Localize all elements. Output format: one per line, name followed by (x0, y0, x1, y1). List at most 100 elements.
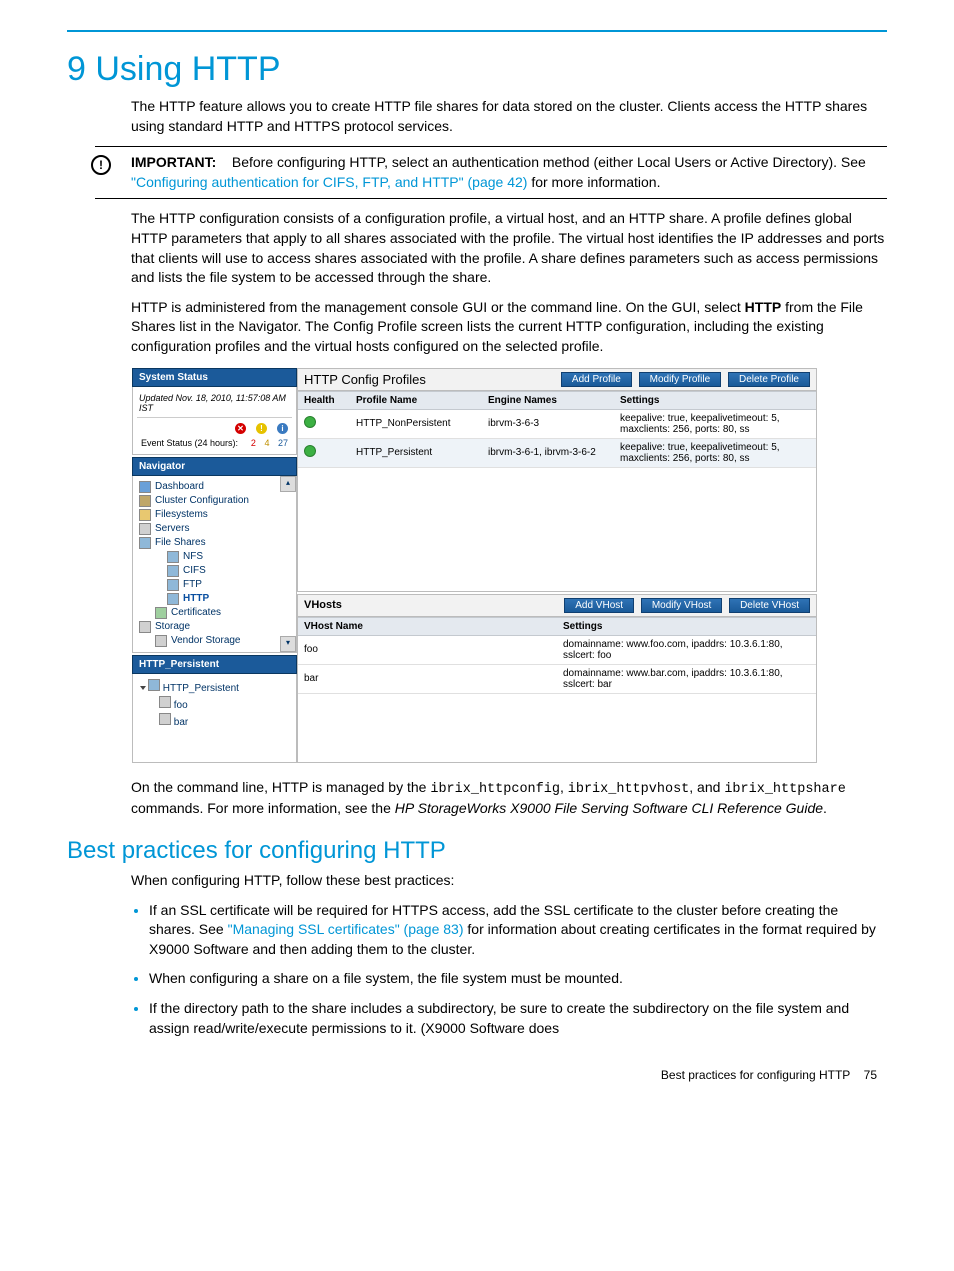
list-item: When configuring a share on a file syste… (149, 969, 887, 989)
cell-settings: keepalive: true, keepalivetimeout: 5, ma… (614, 409, 816, 438)
col-health[interactable]: Health (298, 391, 350, 409)
health-ok-icon (304, 416, 316, 428)
intro-block: The HTTP feature allows you to create HT… (131, 97, 887, 136)
add-vhost-button[interactable]: Add VHost (564, 598, 634, 613)
system-status-title: System Status (132, 368, 297, 387)
nav-servers[interactable]: Servers (137, 522, 292, 536)
best-practices-intro: When configuring HTTP, follow these best… (131, 871, 887, 891)
share-icon (167, 565, 179, 577)
nav-cifs-label: CIFS (183, 565, 206, 576)
table-header-row: VHost Name Settings (298, 617, 816, 635)
status-error-icon[interactable]: ✕ (235, 423, 246, 434)
nav-dashboard-label: Dashboard (155, 481, 204, 492)
nav-servers-label: Servers (155, 523, 189, 534)
server-icon (159, 713, 171, 725)
auth-config-link[interactable]: "Configuring authentication for CIFS, FT… (131, 174, 527, 190)
footer-text: Best practices for configuring HTTP (661, 1068, 850, 1082)
code-httpconfig: ibrix_httpconfig (430, 782, 560, 797)
nav-ftp-label: FTP (183, 579, 202, 590)
nav-nfs[interactable]: NFS (137, 550, 292, 564)
share-icon (167, 593, 179, 605)
nav-storage-label: Storage (155, 621, 190, 632)
nav-filesystems-label: Filesystems (155, 509, 208, 520)
status-warning-icon[interactable]: ! (256, 423, 267, 434)
table-row[interactable]: foo domainname: www.foo.com, ipaddrs: 10… (298, 635, 816, 664)
nav-nfs-label: NFS (183, 551, 203, 562)
list-item: If the directory path to the share inclu… (149, 999, 887, 1038)
tree-child-bar[interactable]: bar (137, 712, 292, 729)
config-profiles-table: Health Profile Name Engine Names Setting… (298, 391, 816, 468)
ssl-certs-link[interactable]: "Managing SSL certificates" (page 83) (228, 921, 464, 937)
status-info-icon[interactable]: i (277, 423, 288, 434)
screenshot-right-column: HTTP Config Profiles Add Profile Modify … (297, 368, 817, 763)
cell-settings: keepalive: true, keepalivetimeout: 5, ma… (614, 438, 816, 467)
nav-storage[interactable]: Storage (137, 620, 292, 634)
para3-pre: HTTP is administered from the management… (131, 299, 745, 315)
config-profiles-title: HTTP Config Profiles (304, 372, 426, 387)
nav-vendor-storage[interactable]: Vendor Storage (137, 634, 292, 648)
code-httpshare: ibrix_httpshare (724, 782, 846, 797)
nav-certificates[interactable]: Certificates (137, 606, 292, 620)
modify-vhost-button[interactable]: Modify VHost (641, 598, 722, 613)
share-icon (148, 679, 160, 691)
nav-http[interactable]: HTTP (137, 592, 292, 606)
page-footer: Best practices for configuring HTTP 75 (67, 1068, 887, 1082)
event-count-info: 27 (278, 438, 288, 448)
table-row[interactable]: HTTP_Persistent ibrvm-3-6-1, ibrvm-3-6-2… (298, 438, 816, 467)
event-count-warning: 4 (264, 438, 269, 448)
cmdline-sep2: , and (689, 779, 724, 795)
important-text-pre: Before configuring HTTP, select an authe… (232, 154, 866, 170)
col-engine-names[interactable]: Engine Names (482, 391, 614, 409)
share-icon (167, 579, 179, 591)
table-row[interactable]: HTTP_NonPersistent ibrvm-3-6-3 keepalive… (298, 409, 816, 438)
scroll-up-button[interactable]: ▴ (280, 476, 296, 492)
col-vhost-settings[interactable]: Settings (557, 617, 816, 635)
nav-cifs[interactable]: CIFS (137, 564, 292, 578)
nav-filesystems[interactable]: Filesystems (137, 508, 292, 522)
screenshot-left-column: System Status Updated Nov. 18, 2010, 11:… (132, 368, 297, 763)
navigator-title: Navigator (132, 457, 297, 476)
event-status-row: Event Status (24 hours): 2 4 27 (137, 436, 292, 450)
tree-root[interactable]: HTTP_Persistent (137, 678, 292, 695)
cmdline-post2: . (823, 800, 827, 816)
intro-paragraph: The HTTP feature allows you to create HT… (131, 97, 887, 136)
important-icon: ! (91, 155, 111, 175)
vhosts-grid: VHost Name Settings foo domainname: www.… (297, 617, 817, 763)
list-item: If an SSL certificate will be required f… (149, 901, 887, 960)
delete-profile-button[interactable]: Delete Profile (728, 372, 810, 387)
nav-certificates-label: Certificates (171, 607, 221, 618)
nav-cluster-config-label: Cluster Configuration (155, 495, 249, 506)
nav-cluster-config[interactable]: Cluster Configuration (137, 494, 292, 508)
col-vhost-name[interactable]: VHost Name (298, 617, 557, 635)
folder-icon (139, 509, 151, 521)
col-settings[interactable]: Settings (614, 391, 816, 409)
nav-http-label: HTTP (183, 593, 209, 604)
config-profiles-grid: Health Profile Name Engine Names Setting… (297, 391, 817, 592)
tree-expand-icon (140, 686, 146, 690)
cell-engine-names: ibrvm-3-6-1, ibrvm-3-6-2 (482, 438, 614, 467)
health-ok-icon (304, 445, 316, 457)
http-persistent-panel: HTTP_Persistent HTTP_Persistent foo bar (132, 655, 297, 763)
para3-bold: HTTP (745, 299, 782, 315)
nav-ftp[interactable]: FTP (137, 578, 292, 592)
admin-description-paragraph: HTTP is administered from the management… (131, 298, 887, 357)
best-practices-heading: Best practices for configuring HTTP (67, 837, 887, 865)
share-icon (139, 537, 151, 549)
add-profile-button[interactable]: Add Profile (561, 372, 632, 387)
server-icon (139, 523, 151, 535)
col-profile-name[interactable]: Profile Name (350, 391, 482, 409)
tree-child-foo-label: foo (174, 700, 188, 711)
nav-file-shares[interactable]: File Shares (137, 536, 292, 550)
tree-child-foo[interactable]: foo (137, 695, 292, 712)
scroll-down-button[interactable]: ▾ (280, 636, 296, 652)
vhosts-header: VHosts Add VHost Modify VHost Delete VHo… (297, 594, 817, 617)
delete-vhost-button[interactable]: Delete VHost (729, 598, 810, 613)
cell-vhost-name: foo (298, 635, 557, 664)
event-status-label: Event Status (24 hours): (141, 438, 238, 448)
nav-dashboard[interactable]: Dashboard (137, 480, 292, 494)
important-text-post: for more information. (531, 174, 660, 190)
table-row[interactable]: bar domainname: www.bar.com, ipaddrs: 10… (298, 664, 816, 693)
modify-profile-button[interactable]: Modify Profile (639, 372, 722, 387)
nav-vendor-storage-label: Vendor Storage (171, 635, 241, 646)
navigator-panel: Navigator ▴ Dashboard Cluster Configurat… (132, 457, 297, 653)
